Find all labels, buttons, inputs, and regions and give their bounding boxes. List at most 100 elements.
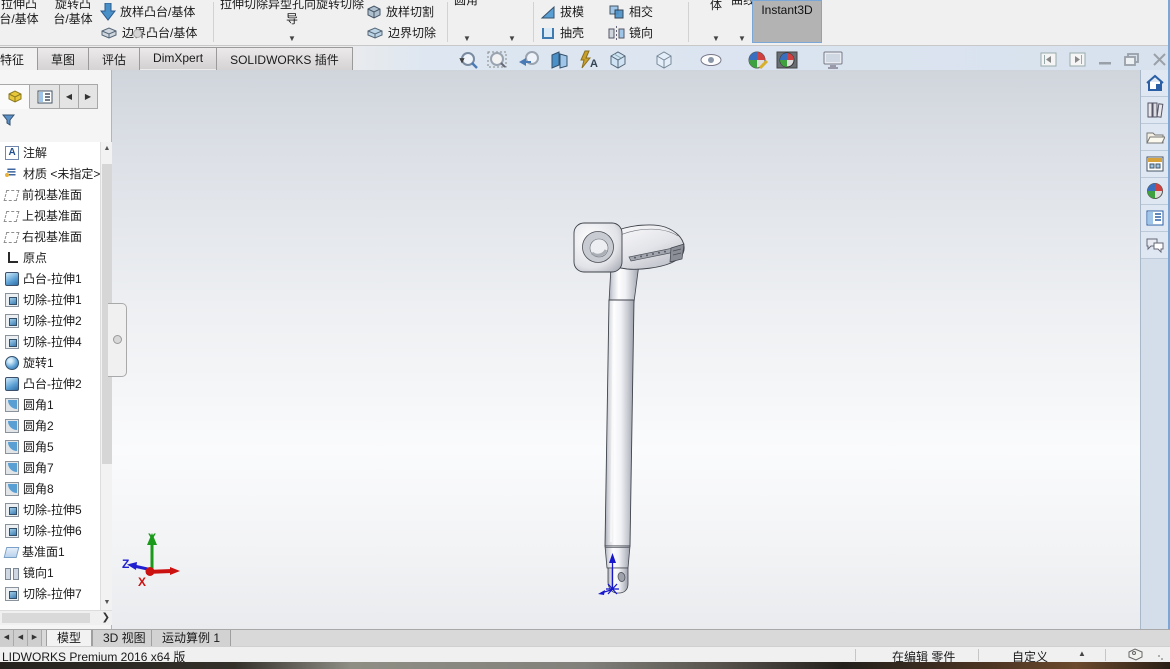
previous-view-icon[interactable] [518,50,542,70]
panel-tab-scroll-right[interactable]: ▶ [79,84,98,109]
extruded-boss-button[interactable]: 拉伸凸台/基体 [0,0,44,27]
scroll-up-arrow[interactable]: ▲ [101,142,113,156]
hide-show-items-icon[interactable] [699,52,723,68]
tag-icon[interactable] [1128,648,1144,661]
tree-item-label: 圆角1 [23,396,54,413]
close-button[interactable] [1152,52,1167,67]
minimize-button[interactable] [1098,52,1112,67]
panel-tab-scroll-left[interactable]: ◀ [60,84,79,109]
tree-item[interactable]: 基准面1 [0,541,100,562]
hole-wizard-button[interactable]: 异型孔向导 [268,0,316,27]
hole-wizard-dropdown[interactable]: ▼ [288,34,296,43]
tree-item[interactable]: 原点 [0,247,100,268]
tab-3d-views[interactable]: 3D 视图 [92,630,157,646]
view-orientation-icon[interactable] [607,49,629,71]
intersect-icon [608,3,625,20]
appearances-scenes-button[interactable] [1141,178,1168,205]
tab-scroll-right[interactable]: ▶ [28,630,42,646]
apply-scene-icon[interactable] [776,49,798,71]
scroll-right-arrow[interactable]: ❯ [102,611,110,625]
collapse-right-pane-button[interactable] [1069,52,1086,67]
tree-item[interactable]: 右视基准面 [0,226,100,247]
design-library-button[interactable] [1141,97,1168,124]
tree-item[interactable]: 圆角1 [0,394,100,415]
boundary-boss-button[interactable]: 边界凸台/基体 [100,22,197,43]
lofted-boss-button[interactable]: 放样凸台/基体 [100,1,197,22]
section-view-icon[interactable] [549,50,571,70]
curves-dropdown[interactable]: ▼ [738,34,746,43]
draft-button[interactable]: 拔模 [540,1,584,22]
panel-width-handle[interactable] [133,29,142,38]
tab-evaluate[interactable]: 评估 [88,47,140,72]
tree-item-icon [5,482,19,496]
custom-properties-icon [1146,210,1164,226]
tab-feature-tree[interactable] [0,84,30,109]
tab-scroll-left[interactable]: ◀ [14,630,28,646]
instant3d-toggle[interactable]: Instant3D [752,0,822,43]
tree-item[interactable]: 圆角7 [0,457,100,478]
scroll-down-arrow[interactable]: ▼ [101,596,113,610]
tree-item[interactable]: 切除-拉伸4 [0,331,100,352]
tree-item[interactable]: 镜向1 [0,562,100,583]
zoom-area-icon[interactable] [487,50,511,70]
model-3d-view[interactable]: Y Z X [112,70,1140,629]
tab-scroll-first[interactable]: ◀ [0,630,14,646]
tree-horizontal-scrollbar[interactable]: ❯ [0,610,112,625]
collapse-left-pane-button[interactable] [1040,52,1057,67]
tree-item[interactable]: 上视基准面 [0,205,100,226]
tree-item[interactable]: 注解 [0,142,100,163]
tree-item[interactable]: 圆角8 [0,478,100,499]
extruded-cut-button[interactable]: 拉伸切除 [220,0,268,12]
intersect-button[interactable]: 相交 [608,1,653,22]
fillet-button[interactable]: 圆角 [445,0,487,8]
tree-filter[interactable] [2,114,110,130]
restore-button[interactable] [1124,52,1140,67]
tab-model[interactable]: 模型 [46,630,92,646]
view-settings-icon[interactable] [822,50,844,70]
tree-item[interactable]: 凸台-拉伸2 [0,373,100,394]
scroll-thumb[interactable] [2,613,90,623]
shell-button[interactable]: 抽壳 [540,22,584,43]
tree-item-icon [4,547,20,558]
tree-item[interactable]: 材质 <未指定> [0,163,100,184]
tree-item[interactable]: 凸台-拉伸1 [0,268,100,289]
mirror-button[interactable]: 镜向 [608,22,653,43]
panel-splitter-handle[interactable] [108,303,127,377]
tab-property-manager[interactable] [30,84,60,109]
tree-item[interactable]: 圆角5 [0,436,100,457]
resize-grip[interactable] [1158,655,1164,661]
view-settings-dropdown[interactable]: ▼ [458,56,466,65]
lofted-cut-button[interactable]: 放样切割 [366,1,436,22]
tree-item-label: 圆角8 [23,480,54,497]
custom-properties-button[interactable] [1141,205,1168,232]
tab-features[interactable]: 特征 [0,47,38,72]
tree-item[interactable]: 切除-拉伸1 [0,289,100,310]
tree-item[interactable]: 旋转1 [0,352,100,373]
tree-item[interactable]: 切除-拉伸7 [0,583,100,604]
tree-item[interactable]: 前视基准面 [0,184,100,205]
boundary-cut-button[interactable]: 边界切除 [366,22,436,43]
edit-appearance-icon[interactable] [747,49,769,71]
tab-dimxpert[interactable]: DimXpert [139,47,217,69]
view-palette-button[interactable] [1141,151,1168,178]
tab-motion-study[interactable]: 运动算例 1 [151,630,231,646]
tree-item[interactable]: 切除-拉伸2 [0,310,100,331]
home-button[interactable] [1141,70,1168,97]
tab-sketch[interactable]: 草图 [37,47,89,72]
tree-item[interactable]: 圆角2 [0,415,100,436]
solidworks-forum-button[interactable] [1141,232,1168,259]
revolved-boss-button[interactable]: 旋转凸台/基体 [48,0,98,27]
model-seatpost[interactable] [574,223,684,595]
tree-item[interactable]: 切除-拉伸5 [0,499,100,520]
reference-geometry-dropdown[interactable]: ▼ [712,34,720,43]
tree-item[interactable]: 切除-拉伸6 [0,520,100,541]
tab-solidworks-addins[interactable]: SOLIDWORKS 插件 [216,47,353,72]
linear-pattern-dropdown[interactable]: ▼ [508,34,516,43]
display-style-icon[interactable] [653,49,675,71]
revolved-cut-button[interactable]: 旋转切除 [316,0,364,12]
fillet-dropdown[interactable]: ▼ [463,34,471,43]
customize-dropdown-arrow[interactable]: ▲ [1078,649,1086,658]
file-explorer-button[interactable] [1141,124,1168,151]
boundary-boss-icon [100,24,118,41]
annotation-view-icon[interactable]: A [578,50,600,70]
